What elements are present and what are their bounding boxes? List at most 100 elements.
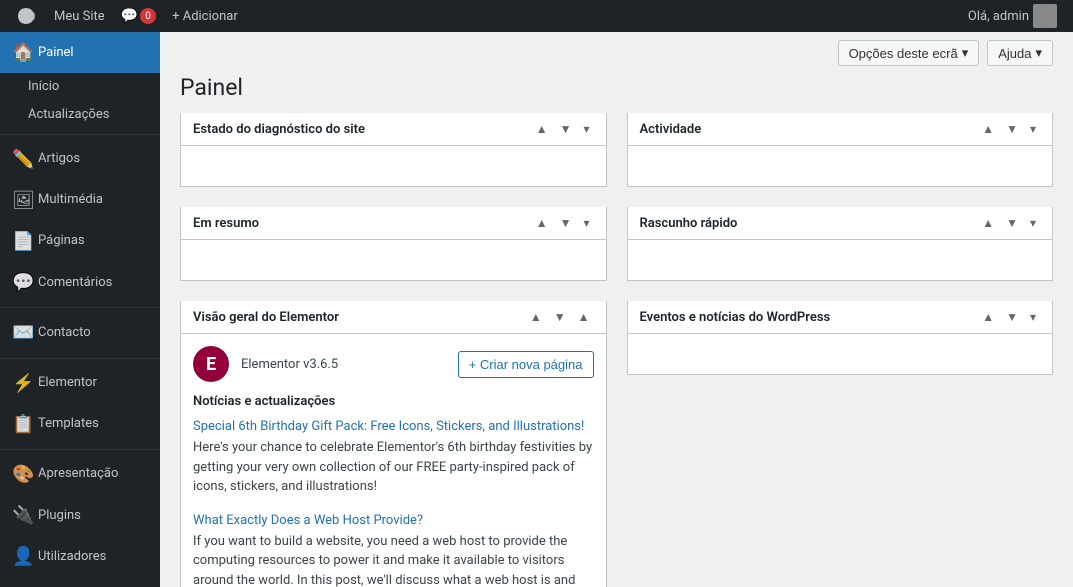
apresentacao-label: Apresentação — [38, 465, 118, 483]
widget-elementor-up[interactable]: ▲ — [526, 309, 546, 325]
widget-diagnostico-header[interactable]: Estado do diagnóstico do site ▲ ▼ ▾ — [181, 113, 606, 146]
widget-resumo-title: Em resumo — [193, 216, 528, 231]
plugins-label: Plugins — [38, 507, 81, 525]
news-item-2: What Exactly Does a Web Host Provide? If… — [193, 513, 594, 587]
sidebar-item-contacto[interactable]: ✉️ Contacto — [0, 312, 160, 353]
criar-btn-label: + Criar nova página — [469, 357, 583, 372]
widgets-grid: Estado do diagnóstico do site ▲ ▼ ▾ Em r… — [160, 113, 1073, 587]
widget-actividade-header[interactable]: Actividade ▲ ▼ ▾ — [628, 113, 1053, 146]
sidebar-item-ferramentas[interactable]: 🔧 Ferramentas — [0, 577, 160, 587]
paginas-icon: 📄 — [12, 229, 30, 254]
widget-diagnostico: Estado do diagnóstico do site ▲ ▼ ▾ — [180, 113, 607, 187]
elementor-logo-circle: E — [193, 346, 229, 382]
admin-bar-right: Olá, admin — [960, 4, 1065, 28]
widget-elementor-expand[interactable]: ▲ — [574, 309, 594, 325]
artigos-label: Artigos — [38, 150, 80, 168]
news-section-title: Notícias e actualizações — [193, 394, 594, 409]
widget-elementor-down[interactable]: ▼ — [550, 309, 570, 325]
sidebar-divider-3 — [0, 358, 160, 359]
comments-item[interactable]: 💬 0 — [113, 0, 164, 32]
widget-diagnostico-body — [181, 146, 606, 186]
widget-actividade-up[interactable]: ▲ — [978, 121, 998, 137]
sidebar-item-apresentacao[interactable]: 🎨 Apresentação — [0, 454, 160, 495]
inicio-label: Início — [28, 78, 59, 96]
sidebar-item-utilizadores[interactable]: 👤 Utilizadores — [0, 536, 160, 577]
criar-nova-pagina-button[interactable]: + Criar nova página — [458, 351, 594, 378]
sidebar-item-multimidia[interactable]: 🖼 Multimédia — [0, 180, 160, 221]
my-site-item[interactable]: Meu Site — [46, 0, 113, 32]
widget-actividade-title: Actividade — [640, 122, 975, 137]
widget-eventos-title: Eventos e notícias do WordPress — [640, 310, 975, 325]
comentarios-icon: 💬 — [12, 270, 30, 295]
news-link-2[interactable]: What Exactly Does a Web Host Provide? — [193, 513, 594, 528]
widget-eventos-toggle[interactable]: ▾ — [1026, 309, 1040, 325]
widget-actividade: Actividade ▲ ▼ ▾ — [627, 113, 1054, 187]
comments-bubble: 0 — [140, 8, 156, 24]
widget-rascunho-title: Rascunho rápido — [640, 216, 975, 231]
sidebar-item-actualizacoes[interactable]: Actualizações — [0, 101, 160, 129]
elementor-icon: ⚡ — [12, 371, 30, 396]
widget-eventos-header[interactable]: Eventos e notícias do WordPress ▲ ▼ ▾ — [628, 301, 1053, 334]
widget-resumo-header[interactable]: Em resumo ▲ ▼ ▾ — [181, 207, 606, 240]
left-column: Estado do diagnóstico do site ▲ ▼ ▾ Em r… — [180, 113, 607, 587]
widget-diagnostico-toggle[interactable]: ▾ — [579, 121, 593, 137]
elementor-version-label: Elementor v3.6.5 — [241, 357, 338, 372]
widget-eventos-body — [628, 334, 1053, 374]
sidebar-divider-2 — [0, 307, 160, 308]
sidebar-painel-label: Painel — [38, 44, 74, 62]
sidebar-item-elementor[interactable]: ⚡ Elementor — [0, 363, 160, 404]
plugins-icon: 🔌 — [12, 503, 30, 528]
sidebar-item-templates[interactable]: 📋 Templates — [0, 404, 160, 445]
widget-eventos-down[interactable]: ▼ — [1002, 309, 1022, 325]
widget-elementor-header[interactable]: Visão geral do Elementor ▲ ▼ ▲ — [181, 301, 606, 334]
actualizacoes-label: Actualizações — [28, 106, 109, 124]
artigos-icon: ✏️ — [12, 147, 30, 172]
page-title: Painel — [160, 74, 1073, 113]
sidebar-item-comentarios[interactable]: 💬 Comentários — [0, 262, 160, 303]
painel-icon: 🏠 — [12, 40, 30, 65]
right-column: Actividade ▲ ▼ ▾ Rascunho rápido ▲ ▼ ▾ — [627, 113, 1054, 587]
widget-rascunho-toggle[interactable]: ▾ — [1026, 215, 1040, 231]
widget-elementor: Visão geral do Elementor ▲ ▼ ▲ E Element… — [180, 301, 607, 587]
widget-actividade-toggle[interactable]: ▾ — [1026, 121, 1040, 137]
templates-label: Templates — [38, 415, 99, 433]
sidebar: 🏠 Painel Início Actualizações ✏️ Artigos… — [0, 32, 160, 587]
widget-actividade-down[interactable]: ▼ — [1002, 121, 1022, 137]
comentarios-label: Comentários — [38, 274, 112, 292]
news-link-1[interactable]: Special 6th Birthday Gift Pack: Free Ico… — [193, 419, 594, 434]
widget-resumo-toggle[interactable]: ▾ — [579, 215, 593, 231]
screen-options-button[interactable]: Opções deste ecrã ▾ — [838, 40, 980, 66]
sidebar-item-plugins[interactable]: 🔌 Plugins — [0, 495, 160, 536]
avatar — [1033, 4, 1057, 28]
multimidia-icon: 🖼 — [12, 188, 30, 213]
greeting-item[interactable]: Olá, admin — [960, 4, 1065, 28]
add-new-item[interactable]: + Adicionar — [164, 0, 246, 32]
widget-rascunho-up[interactable]: ▲ — [978, 215, 998, 231]
widget-rascunho-header[interactable]: Rascunho rápido ▲ ▼ ▾ — [628, 207, 1053, 240]
elementor-logo-letter: E — [206, 354, 216, 375]
widget-eventos-up[interactable]: ▲ — [978, 309, 998, 325]
widget-resumo-down[interactable]: ▼ — [556, 215, 576, 231]
widget-elementor-body: E Elementor v3.6.5 + Criar nova página N… — [181, 334, 606, 587]
multimidia-label: Multimédia — [38, 191, 103, 209]
sidebar-item-paginas[interactable]: 📄 Páginas — [0, 221, 160, 262]
add-new-label: + Adicionar — [172, 9, 238, 24]
widget-resumo-up[interactable]: ▲ — [532, 215, 552, 231]
widget-diagnostico-up[interactable]: ▲ — [532, 121, 552, 137]
chevron-down-icon: ▾ — [962, 45, 969, 61]
widget-rascunho-down[interactable]: ▼ — [1002, 215, 1022, 231]
sidebar-item-painel[interactable]: 🏠 Painel — [0, 32, 160, 73]
sidebar-divider-1 — [0, 134, 160, 135]
contacto-icon: ✉️ — [12, 320, 30, 345]
news-text-2: If you want to build a website, you need… — [193, 532, 594, 587]
wp-logo-item[interactable] — [8, 0, 46, 32]
main-layout: 🏠 Painel Início Actualizações ✏️ Artigos… — [0, 32, 1073, 587]
templates-icon: 📋 — [12, 412, 30, 437]
sidebar-item-inicio[interactable]: Início — [0, 73, 160, 101]
widget-diagnostico-down[interactable]: ▼ — [556, 121, 576, 137]
help-button[interactable]: Ajuda ▾ — [987, 40, 1053, 66]
screen-options-label: Opções deste ecrã — [849, 46, 958, 61]
sidebar-item-artigos[interactable]: ✏️ Artigos — [0, 139, 160, 180]
content-topbar: Opções deste ecrã ▾ Ajuda ▾ — [160, 32, 1073, 74]
contacto-label: Contacto — [38, 324, 91, 342]
